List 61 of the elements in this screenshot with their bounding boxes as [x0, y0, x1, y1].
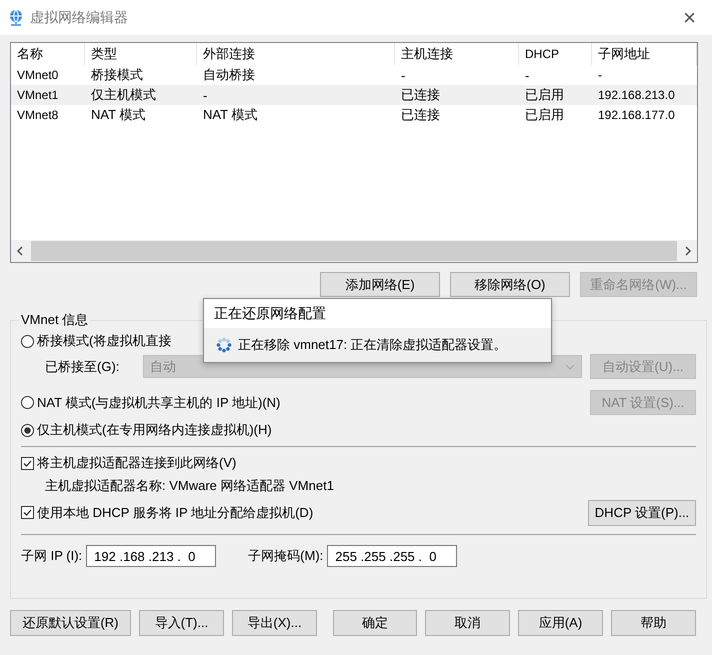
table-cell[interactable]: 已连接: [395, 105, 519, 125]
table-cell[interactable]: -: [592, 65, 697, 85]
table-cell[interactable]: 已连接: [395, 85, 519, 105]
table-cell[interactable]: 192.168.177.0: [592, 105, 697, 125]
footer-button[interactable]: 应用(A): [518, 610, 603, 636]
dhcp-settings-button[interactable]: DHCP 设置(P)...: [588, 500, 696, 526]
table-cell[interactable]: VMnet8: [11, 105, 85, 125]
table-cell[interactable]: 已启用: [519, 85, 592, 105]
column-header[interactable]: DHCP: [519, 43, 592, 65]
table-cell[interactable]: VMnet0: [11, 65, 85, 85]
scroll-left-icon[interactable]: [16, 246, 24, 256]
table-cell[interactable]: VMnet1: [11, 85, 85, 105]
table-cell[interactable]: NAT 模式: [85, 105, 197, 125]
column-header[interactable]: 名称: [11, 43, 85, 65]
spinner-icon: [216, 337, 232, 353]
subnet-mask-field[interactable]: 255 .255 .255 . 0: [327, 545, 458, 567]
network-button[interactable]: 添加网络(E): [320, 272, 440, 297]
checkbox[interactable]: [21, 506, 34, 519]
column-header[interactable]: 子网地址: [592, 43, 697, 65]
field-label: 子网掩码(M):: [248, 547, 324, 565]
table-cell[interactable]: 自动桥接: [197, 65, 395, 85]
checkbox[interactable]: [21, 456, 34, 470]
footer-button[interactable]: 帮助: [611, 610, 696, 636]
adapter-name-text: 主机虚拟适配器名称: VMware 网络适配器 VMnet1: [45, 477, 334, 495]
field-label: 子网 IP (I):: [21, 547, 82, 565]
field-label: 已桥接至(G):: [45, 358, 120, 376]
radio-button[interactable]: [21, 334, 34, 348]
column-header[interactable]: 外部连接: [197, 43, 395, 65]
close-button[interactable]: ×: [683, 4, 696, 30]
table-cell[interactable]: -: [519, 65, 592, 85]
table-cell[interactable]: -: [395, 65, 519, 85]
scroll-right-icon[interactable]: [684, 246, 692, 256]
footer-button[interactable]: 确定: [333, 610, 417, 636]
table-cell[interactable]: 桥接模式: [85, 65, 197, 85]
network-button[interactable]: 移除网络(O): [450, 272, 570, 297]
table-cell[interactable]: -: [197, 85, 395, 105]
footer-button[interactable]: 导出(X)...: [232, 610, 317, 636]
table-cell[interactable]: 仅主机模式: [85, 85, 197, 105]
radio-button[interactable]: [21, 396, 34, 409]
footer-button[interactable]: 取消: [425, 610, 510, 636]
checkbox-label: 将主机虚拟适配器连接到此网络(V): [37, 454, 236, 472]
footer-button[interactable]: 导入(T)...: [139, 610, 224, 636]
column-header[interactable]: 主机连接: [395, 43, 519, 65]
chevron-down-icon: [565, 364, 575, 370]
ip-address-field[interactable]: 192 .168 .213 . 0: [86, 545, 216, 567]
scrollbar-thumb[interactable]: [31, 241, 677, 261]
globe-network-icon: [8, 9, 24, 26]
radio-button[interactable]: [21, 424, 34, 436]
table-cell[interactable]: 192.168.213.0: [592, 85, 697, 105]
radio-label: 仅主机模式(在专用网络内连接虚拟机)(H): [37, 421, 272, 439]
window-title: 虚拟网络编辑器: [30, 8, 129, 26]
group-title: VMnet 信息: [20, 311, 90, 329]
table-cell[interactable]: 已启用: [519, 105, 592, 125]
radio-label: NAT 模式(与虚拟机共享主机的 IP 地址)(N): [37, 394, 280, 412]
column-header[interactable]: 类型: [85, 43, 197, 65]
checkbox-label: 使用本地 DHCP 服务将 IP 地址分配给虚拟机(D): [37, 504, 314, 522]
progress-message: 正在移除 vmnet17: 正在清除虚拟适配器设置。: [238, 336, 507, 354]
table-cell[interactable]: NAT 模式: [197, 105, 395, 125]
footer-button[interactable]: 还原默认设置(R): [10, 610, 131, 636]
radio-label: 桥接模式(将虚拟机直接: [37, 332, 172, 350]
dialog-title: 正在还原网络配置: [204, 299, 551, 328]
